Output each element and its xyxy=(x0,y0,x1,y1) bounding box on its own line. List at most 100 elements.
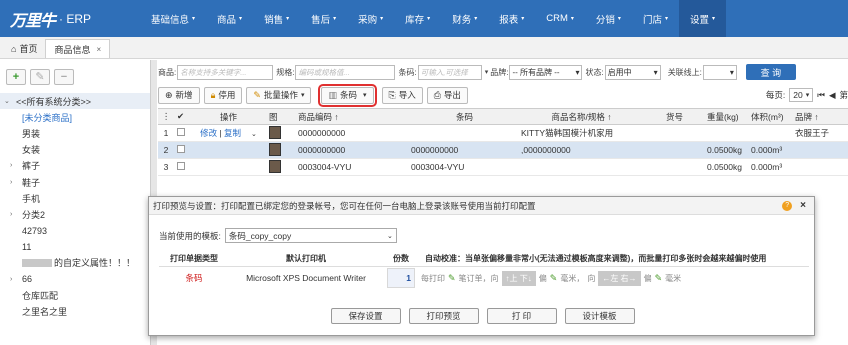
nav-item[interactable]: 设置 ▾ xyxy=(678,0,726,37)
product-thumbnail[interactable] xyxy=(266,159,284,175)
tree-node[interactable]: 42793 xyxy=(0,223,150,239)
chevron-down-icon[interactable]: ⌄ xyxy=(251,131,257,138)
leftright-select[interactable]: ←左 右→ xyxy=(598,270,641,286)
nav-item[interactable]: 财务 ▾ xyxy=(441,0,488,37)
tree-node[interactable]: 男装 xyxy=(0,125,150,141)
brand-select-value: -- 所有品牌 -- xyxy=(512,67,560,77)
expand-arrow-icon[interactable]: › xyxy=(10,179,22,186)
expand-arrow-icon[interactable]: › xyxy=(10,162,22,169)
pencil-icon[interactable]: ✎ xyxy=(655,273,663,284)
table-row[interactable]: 1 修改 | 复制 ⌄ 0000000000 KITTY猫韩国模汁机家用 衣服王子 xyxy=(158,125,848,142)
table-row[interactable]: 2 0000000000 0000000000 ,0000000000 0.0500kg… xyxy=(158,142,848,159)
dropdown-icon[interactable]: ▾ xyxy=(485,68,489,76)
barcode-button[interactable]: ▥ 条码 ▾ xyxy=(318,83,377,107)
nav-item[interactable]: 报表 ▾ xyxy=(488,0,535,37)
pencil-icon[interactable]: ✎ xyxy=(550,273,558,284)
tree-node[interactable]: › 66 xyxy=(0,271,150,287)
chevron-down-icon: ▾ xyxy=(617,16,621,22)
nav-item[interactable]: CRM ▾ xyxy=(535,0,585,37)
table-row[interactable]: 3 0003004-VYU 0003004-VYU 0.0500kg 0.000m³ xyxy=(158,159,848,176)
expand-arrow-icon[interactable]: › xyxy=(10,276,22,283)
tree-node[interactable]: ⌄ <<所有系统分类>> xyxy=(0,93,150,110)
col-barcode[interactable]: 条码 xyxy=(408,111,518,123)
nav-item[interactable]: 售后 ▾ xyxy=(300,0,347,37)
design-template-button[interactable]: 设计模板 xyxy=(564,308,635,324)
nav-item[interactable]: 采购 ▾ xyxy=(347,0,394,37)
pencil-icon[interactable]: ✎ xyxy=(448,273,456,284)
chevron-down-icon: ▾ xyxy=(239,16,243,22)
product-thumbnail[interactable] xyxy=(266,142,284,158)
brand-select[interactable]: -- 所有品牌 -- ▾ xyxy=(509,64,583,80)
barcode-search-input[interactable]: 可输入,可选择 xyxy=(417,64,482,80)
disable-button-label: 停用 xyxy=(218,90,236,100)
online-select[interactable]: ▾ xyxy=(702,64,737,80)
printer-value[interactable]: Microsoft XPS Document Writer xyxy=(229,273,383,283)
copy-link[interactable]: 复制 xyxy=(224,128,241,138)
cell-code: 0003004-VYU xyxy=(298,162,352,172)
delete-category-button[interactable]: − xyxy=(54,68,74,85)
nav-item[interactable]: 库存 ▾ xyxy=(394,0,441,37)
app-logo[interactable]: 万里牛 · ERP xyxy=(0,0,140,37)
col-name[interactable]: 商品名称/规格 ↑ xyxy=(518,111,642,123)
export-button[interactable]: ⎙ 导出 xyxy=(426,86,468,104)
tree-node[interactable]: › 分类2 xyxy=(0,206,150,222)
col-weight[interactable]: 重量(kg) xyxy=(704,111,748,123)
add-button[interactable]: ⊕ 新增 xyxy=(158,86,200,104)
row-checkbox[interactable] xyxy=(174,162,188,172)
tree-node[interactable]: [未分类商品] xyxy=(0,109,150,125)
tree-node[interactable]: 女装 xyxy=(0,142,150,158)
batch-operation-button[interactable]: ✎ 批量操作 ▾ xyxy=(246,86,312,104)
tree-node[interactable]: 手机 xyxy=(0,190,150,206)
print-button[interactable]: 打 印 xyxy=(486,308,557,324)
row-checkbox[interactable] xyxy=(174,128,188,138)
copies-input[interactable]: 1 xyxy=(387,268,415,288)
add-category-button[interactable]: + xyxy=(6,68,26,85)
nav-item[interactable]: 基础信息 ▾ xyxy=(140,0,206,37)
close-tab-icon[interactable]: × xyxy=(96,45,101,54)
select-all-check[interactable]: ✔ xyxy=(174,111,188,122)
edit-link[interactable]: 修改 xyxy=(200,128,217,138)
logo-brand: 万里牛 xyxy=(10,10,56,30)
spec-search-input[interactable]: 编码或规格值... xyxy=(295,64,396,80)
tree-node[interactable]: › 裤子 xyxy=(0,158,150,174)
col-brand[interactable]: 品牌 ↑ xyxy=(792,111,848,123)
print-preview-button[interactable]: 打印预览 xyxy=(408,308,479,324)
close-icon[interactable]: × xyxy=(800,200,806,211)
nav-item-label: 商品 xyxy=(217,14,237,26)
import-button[interactable]: ⎘ 导入 xyxy=(381,86,423,104)
print-type-value: 条码 xyxy=(185,273,203,283)
nav-item[interactable]: 门店 ▾ xyxy=(632,0,679,37)
col-code[interactable]: 商品编码 ↑ xyxy=(284,111,408,123)
expand-arrow-icon[interactable]: › xyxy=(10,211,22,218)
nav-item[interactable]: 分销 ▾ xyxy=(585,0,632,37)
tree-node[interactable]: 仓库匹配 xyxy=(0,287,150,303)
grid-body: 1 修改 | 复制 ⌄ 0000000000 KITTY猫韩国模汁机家用 衣服王子 2 000… xyxy=(158,125,848,176)
tree-node[interactable]: 之里名之里 xyxy=(0,303,150,319)
save-settings-button[interactable]: 保存设置 xyxy=(330,308,401,324)
updown-select[interactable]: ↑上 下↓ xyxy=(501,270,536,286)
row-checkbox[interactable] xyxy=(174,145,188,155)
expand-arrow-icon[interactable]: ⌄ xyxy=(4,97,16,105)
chevron-down-icon: ▾ xyxy=(521,16,525,22)
nav-item[interactable]: 销售 ▾ xyxy=(253,0,300,37)
nav-item[interactable]: 商品 ▾ xyxy=(206,0,253,37)
help-icon[interactable]: ? xyxy=(782,200,793,211)
tree-node[interactable]: › 鞋子 xyxy=(0,174,150,190)
tab-home[interactable]: ⌂ 首页 xyxy=(3,39,45,58)
row-menu-icon[interactable]: ⋮ xyxy=(158,111,174,122)
col-goods-no[interactable]: 货号 xyxy=(642,111,704,123)
product-thumbnail[interactable] xyxy=(266,125,284,141)
disable-button[interactable]: 🔒︎ 停用 xyxy=(203,86,243,104)
search-button[interactable]: 查 询 xyxy=(745,64,796,80)
product-search-input[interactable]: 名称支持多关键字... xyxy=(177,64,274,80)
per-page-select[interactable]: 20 ▾ xyxy=(789,88,814,102)
template-select[interactable]: 条码_copy_copy ⌄ xyxy=(224,228,397,243)
tab-product-info[interactable]: 商品信息 × xyxy=(45,39,111,58)
col-volume[interactable]: 体积(m³) xyxy=(748,111,792,123)
tree-node[interactable]: 11 xyxy=(0,239,150,255)
prev-page-icon[interactable]: ◀ xyxy=(829,90,836,101)
edit-category-button[interactable]: ✎ xyxy=(30,68,50,85)
first-page-icon[interactable]: ⏮ xyxy=(817,90,825,101)
status-select[interactable]: 启用中 ▾ xyxy=(604,64,661,80)
tree-node[interactable]: 的自定义属性！！！ xyxy=(0,255,150,271)
